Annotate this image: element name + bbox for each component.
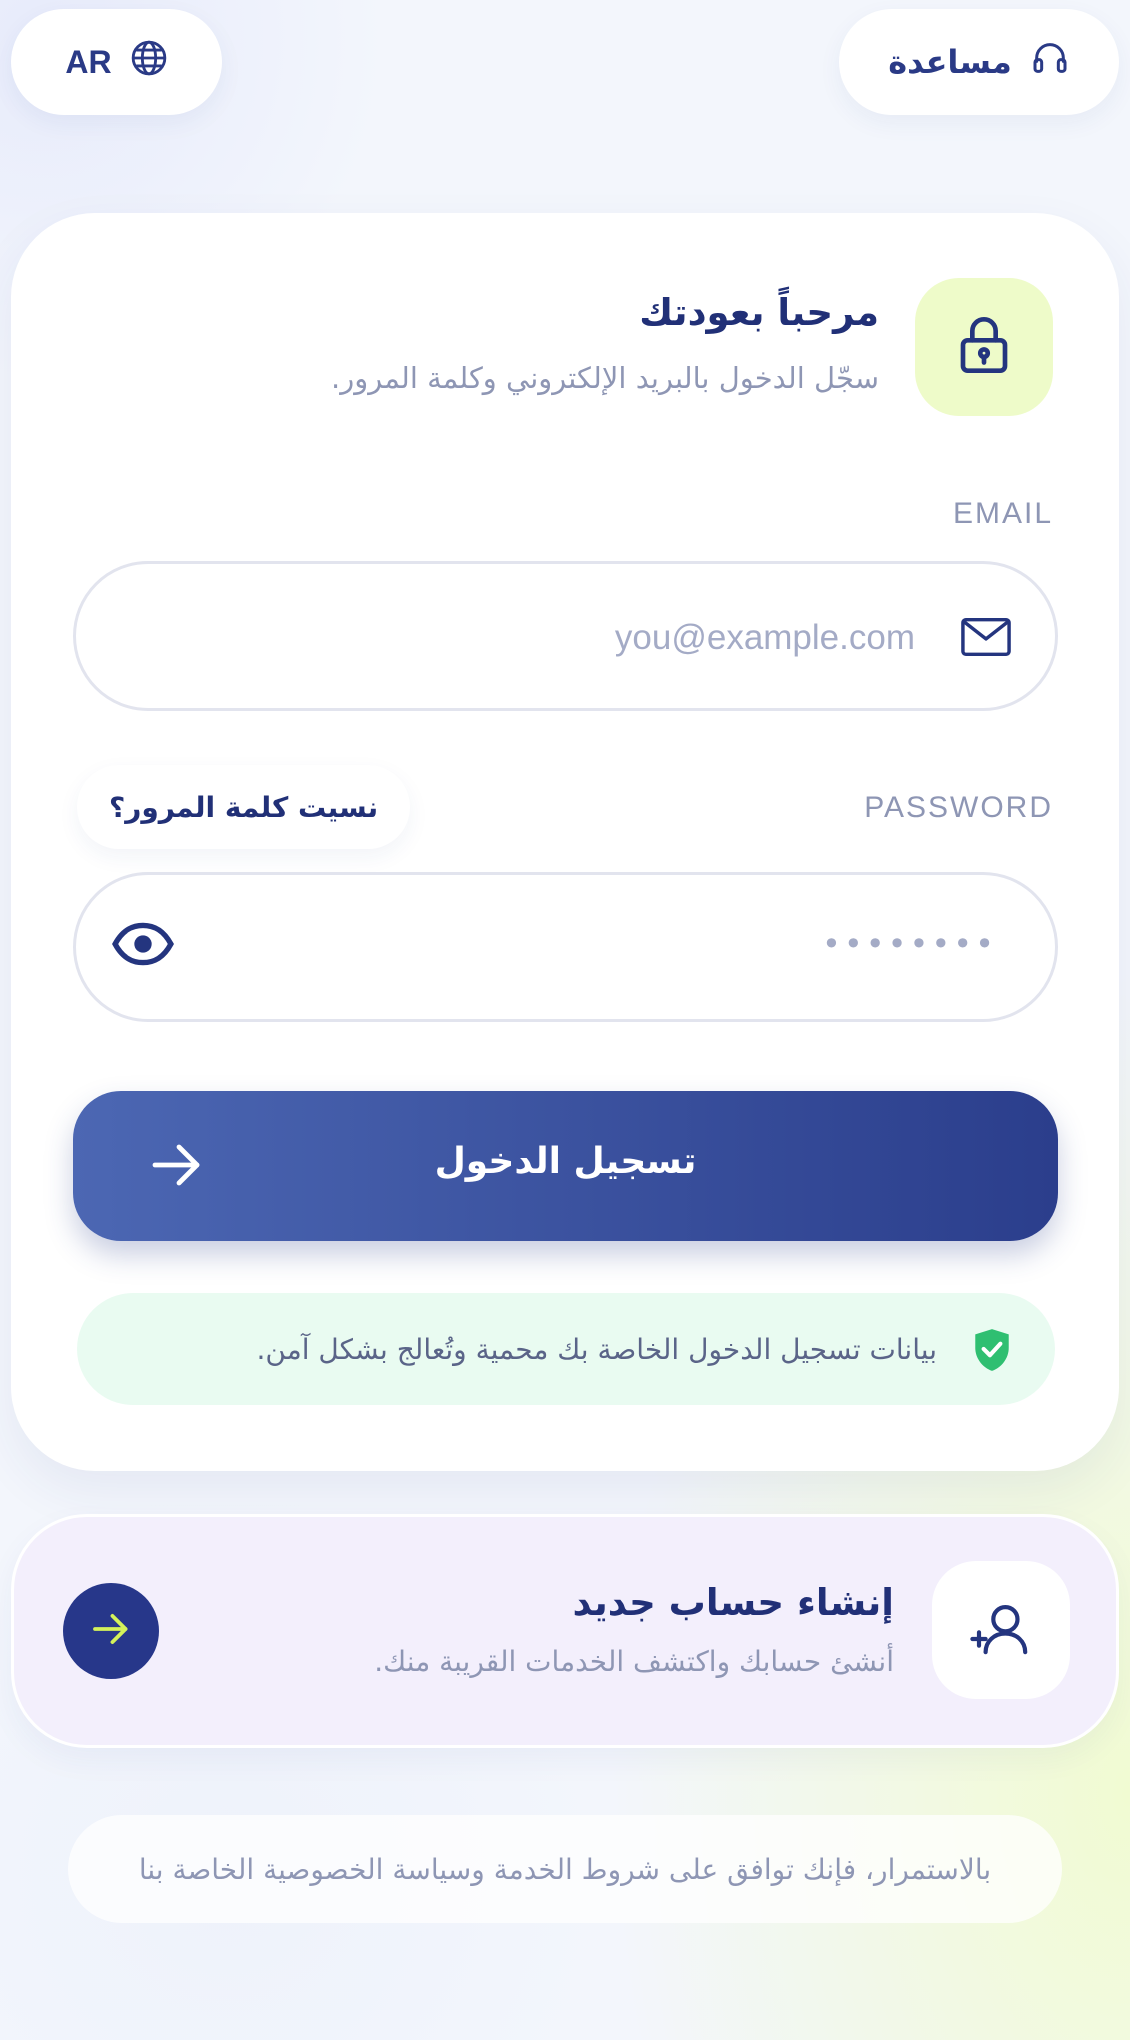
language-switcher[interactable]: AR [11, 9, 222, 115]
email-field[interactable]: you@example.com [73, 561, 1058, 711]
create-account-card[interactable]: إنشاء حساب جديد أنشئ حسابك واكتشف الخدما… [11, 1514, 1119, 1748]
shield-check-icon [971, 1327, 1013, 1377]
email-label: EMAIL [952, 497, 1053, 530]
language-label: AR [65, 43, 112, 80]
arrow-right-icon [92, 1613, 130, 1649]
help-button[interactable]: مساعدة [839, 9, 1119, 115]
password-value: •••••••• [822, 925, 997, 963]
email-placeholder: you@example.com [614, 618, 915, 657]
password-field[interactable]: •••••••• [73, 872, 1058, 1022]
globe-icon [130, 39, 168, 85]
sign-in-button[interactable]: تسجيل الدخول [73, 1091, 1058, 1241]
page-title: مرحباً بعودتك [639, 291, 879, 334]
security-note: بيانات تسجيل الدخول الخاصة بك محمية وتُع… [77, 1293, 1055, 1405]
terms-notice: بالاستمرار، فإنك توافق على شروط الخدمة و… [68, 1815, 1062, 1923]
sign-in-label: تسجيل الدخول [434, 1141, 697, 1182]
eye-icon[interactable] [112, 921, 174, 971]
mail-icon [961, 616, 1011, 662]
create-account-title: إنشاء حساب جديد [572, 1581, 895, 1624]
add-user-tile [932, 1561, 1070, 1699]
password-label: PASSWORD [864, 791, 1053, 824]
help-label: مساعدة [888, 43, 1012, 81]
lock-icon [956, 314, 1012, 380]
create-account-subtitle: أنشئ حسابك واكتشف الخدمات القريبة منك. [374, 1645, 894, 1678]
login-card: مرحباً بعودتك سجّل الدخول بالبريد الإلكت… [11, 213, 1119, 1471]
forgot-password-link[interactable]: نسيت كلمة المرور؟ [77, 765, 411, 849]
security-note-text: بيانات تسجيل الدخول الخاصة بك محمية وتُع… [256, 1333, 938, 1366]
add-user-icon [968, 1601, 1034, 1659]
headset-icon [1030, 38, 1070, 86]
page-subtitle: سجّل الدخول بالبريد الإلكتروني وكلمة الم… [330, 361, 879, 395]
create-account-go-button[interactable] [63, 1583, 159, 1679]
lock-tile [915, 278, 1053, 416]
